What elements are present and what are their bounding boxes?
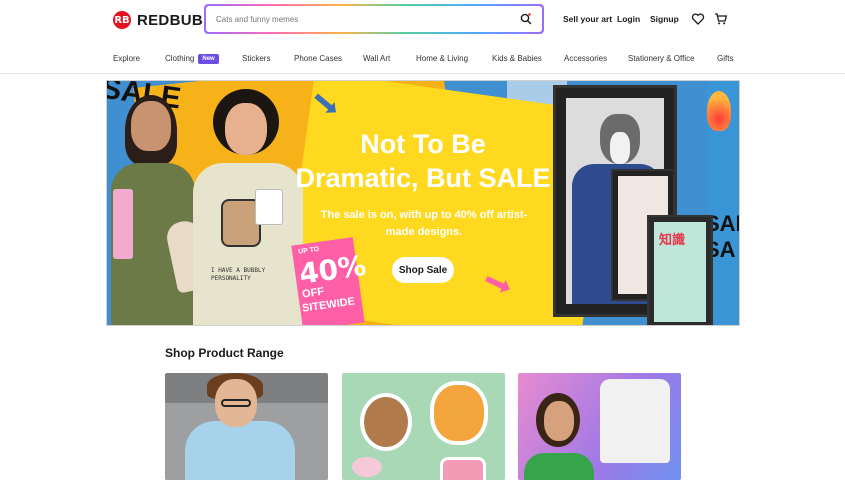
sell-your-art-link[interactable]: Sell your art (563, 14, 612, 24)
new-badge: New (198, 54, 219, 64)
tumbler (113, 189, 133, 259)
face (544, 401, 574, 441)
product-card-long-sleeve[interactable] (518, 373, 681, 480)
shop-sale-button[interactable]: Shop Sale (392, 257, 454, 283)
search-icon[interactable] (518, 11, 534, 27)
shirt-text: I HAVE A BUBBLY PERSONALITY (211, 267, 266, 282)
nav-item-clothing[interactable]: Clothing New (165, 54, 219, 64)
nav-item-kids-babies[interactable]: Kids & Babies (492, 54, 542, 63)
nav-item-phone-cases[interactable]: Phone Cases (294, 54, 342, 63)
otter-sticker (360, 393, 412, 451)
login-link[interactable]: Login (617, 14, 640, 24)
product-card-stickers[interactable] (342, 373, 505, 480)
sale-hero-banner[interactable]: SALE I HAVE A BUBBLY PERSONALITY UP TO 4… (106, 80, 740, 326)
wolf-face (610, 132, 630, 164)
face (131, 101, 171, 151)
cake-sticker (440, 457, 486, 480)
nav-item-wall-art[interactable]: Wall Art (363, 54, 390, 63)
search-container (206, 6, 542, 32)
flame-icon (707, 91, 731, 131)
search-input[interactable] (214, 13, 518, 25)
discount-percent: 40% (297, 248, 369, 291)
section-title: Shop Product Range (165, 346, 284, 360)
sticker (352, 457, 382, 477)
hoodie (185, 421, 295, 480)
search-bar (204, 4, 544, 34)
framed-japanese-art: 知識 (647, 215, 713, 325)
nav-item-label: Clothing (165, 54, 195, 63)
category-nav: Explore Clothing New Stickers Phone Cases… (0, 44, 845, 74)
glasses (221, 399, 251, 407)
site-header: RB REDBUBBLE Sell your art Login Signup (0, 0, 845, 40)
nav-item-explore[interactable]: Explore (113, 54, 140, 63)
long-sleeve-shirt (600, 379, 670, 463)
frame-text: 知識 (659, 232, 686, 247)
guinea-pig-sticker (430, 381, 488, 445)
discount-tag: UP TO 40% OFF SITEWIDE (291, 237, 368, 325)
nav-item-home-living[interactable]: Home & Living (416, 54, 468, 63)
logo-mark-icon: RB (113, 11, 131, 29)
cart-icon[interactable] (714, 12, 728, 26)
nav-item-accessories[interactable]: Accessories (564, 54, 607, 63)
hero-title-line2: Dramatic, But SALE (295, 163, 551, 193)
nav-item-stationery-office[interactable]: Stationery & Office (628, 54, 695, 63)
hero-subtitle: The sale is on, with up to 40% off artis… (320, 209, 528, 238)
nav-item-stickers[interactable]: Stickers (242, 54, 270, 63)
signup-link[interactable]: Signup (650, 14, 679, 24)
discount-off: OFF (301, 285, 325, 301)
nav-item-gifts[interactable]: Gifts (717, 54, 733, 63)
face (225, 103, 267, 155)
green-tshirt (524, 453, 594, 480)
heart-icon[interactable] (691, 12, 705, 26)
product-card-hoodies[interactable] (165, 373, 328, 480)
hero-title-line1: Not To Be (360, 129, 486, 159)
hero-title: Not To Be Dramatic, But SALE (287, 127, 559, 195)
model-woman-tshirt: I HAVE A BUBBLY PERSONALITY (193, 89, 303, 325)
mug (255, 189, 283, 225)
